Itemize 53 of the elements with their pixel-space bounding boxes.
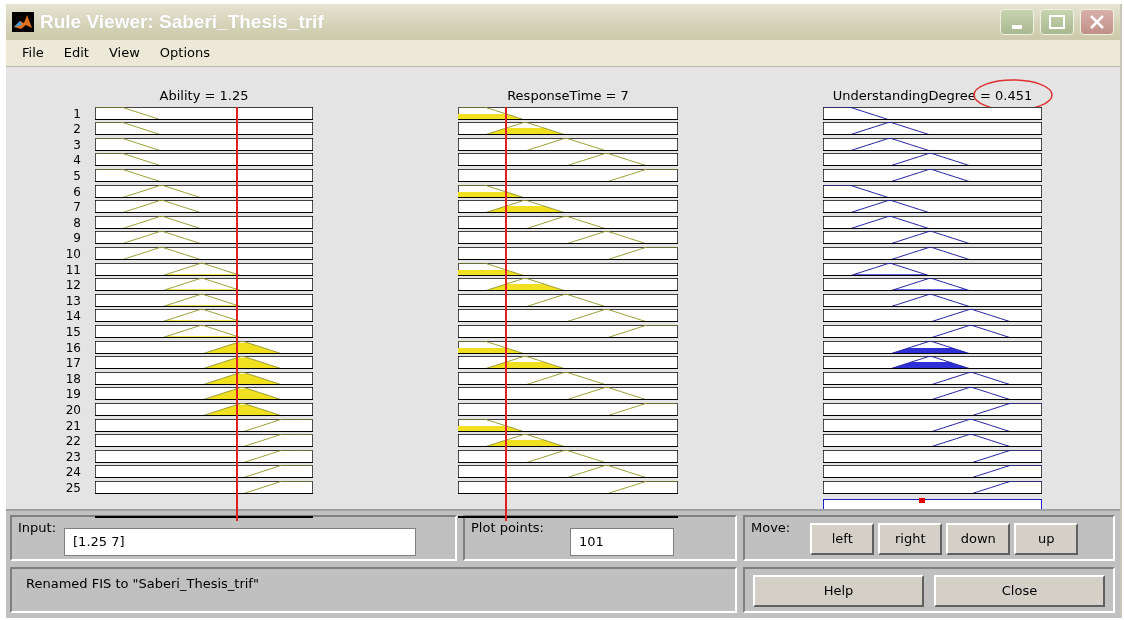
window-title: Rule Viewer: Saberi_Thesis_trif — [40, 10, 325, 33]
close-button[interactable] — [1080, 8, 1114, 35]
close-icon — [1089, 14, 1105, 29]
rule-number: 19 — [65, 387, 81, 403]
move-button[interactable]: up — [1014, 522, 1079, 555]
rule-number: 7 — [73, 200, 81, 216]
rule-number: 12 — [65, 278, 81, 294]
rule-number: 23 — [65, 449, 81, 466]
value-handle[interactable] — [505, 512, 508, 521]
rule-number: 8 — [73, 215, 81, 232]
rule-number: 18 — [65, 371, 81, 388]
rule-number: 2 — [73, 122, 81, 138]
move-button[interactable]: left — [810, 522, 875, 555]
rule-number: 15 — [65, 325, 81, 341]
rule-number: 6 — [73, 184, 81, 201]
rule-number: 22 — [65, 434, 81, 450]
input-value-line[interactable] — [235, 106, 238, 515]
app-icon — [12, 11, 34, 32]
maximize-icon — [1049, 14, 1065, 29]
variable-label: Ability = 1.25 — [159, 87, 249, 103]
move-button[interactable]: down — [946, 522, 1011, 555]
input-label: Input: — [18, 519, 57, 535]
menu-item[interactable]: Edit — [55, 43, 97, 63]
move-button[interactable]: right — [878, 522, 943, 555]
rule-number: 1 — [73, 106, 81, 123]
rule-number: 10 — [65, 247, 81, 263]
plot-points-field[interactable]: 101 — [569, 527, 674, 556]
dialog-button[interactable]: Help — [753, 574, 924, 607]
minimize-icon — [1012, 24, 1022, 29]
status-message: Renamed FIS to "Saberi_Thesis_trif" — [25, 574, 260, 593]
input-value-line[interactable] — [505, 106, 508, 515]
input-field[interactable]: [1.25 7] — [64, 527, 417, 556]
variable-label: ResponseTime = 7 — [507, 87, 629, 103]
rule-number: 9 — [73, 231, 81, 247]
rule-number: 4 — [73, 153, 81, 170]
rule-number: 11 — [65, 262, 81, 279]
menu-item[interactable]: File — [14, 43, 52, 63]
rule-number: 5 — [73, 169, 81, 185]
dialog-button[interactable]: Close — [934, 574, 1105, 607]
rule-number: 24 — [65, 465, 81, 481]
rule-number: 14 — [65, 309, 81, 325]
rule-number: 3 — [73, 137, 81, 154]
menu-item[interactable]: View — [100, 43, 148, 63]
value-handle[interactable] — [235, 512, 238, 521]
rule-number: 20 — [65, 402, 81, 419]
move-label: Move: — [751, 519, 791, 535]
rule-number: 13 — [65, 293, 81, 310]
rule-number: 17 — [65, 356, 81, 372]
rule-number: 25 — [65, 480, 81, 497]
plot-points-label: Plot points: — [471, 519, 544, 535]
rule-number: 16 — [65, 340, 81, 357]
rule-number: 21 — [65, 418, 81, 435]
menu-item[interactable]: Options — [151, 43, 218, 63]
